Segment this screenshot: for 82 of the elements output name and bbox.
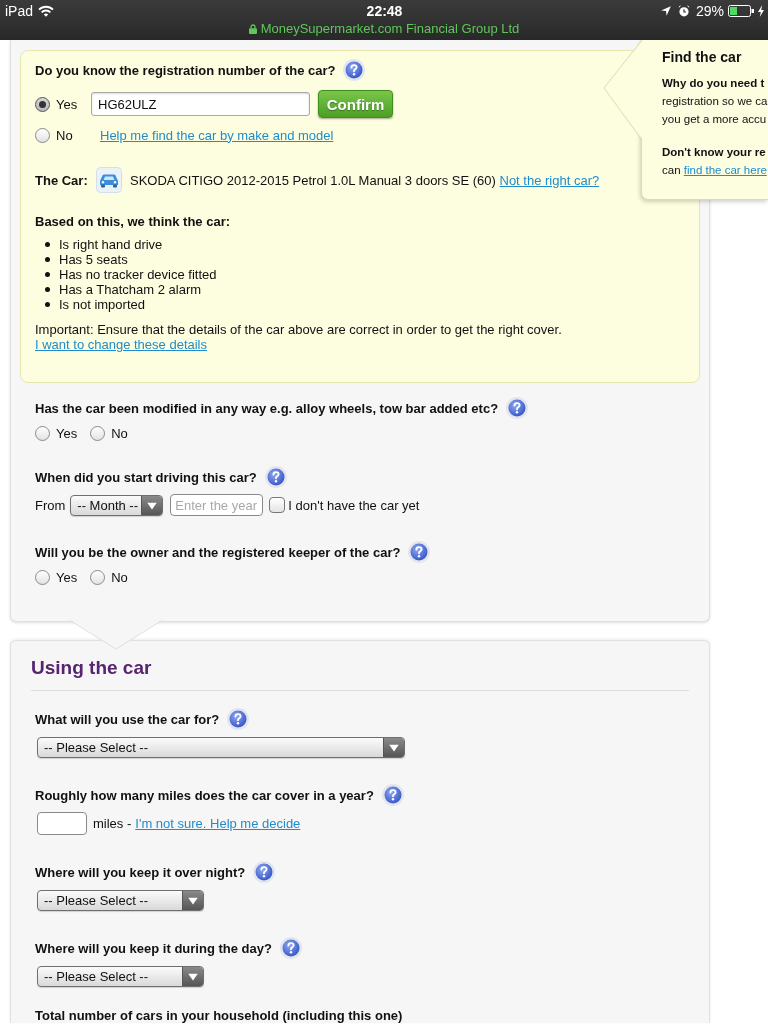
- question-label: Where will you keep it over night?: [35, 864, 246, 880]
- help-icon[interactable]: [253, 861, 276, 883]
- assumption-text: Is right hand drive: [59, 237, 163, 252]
- battery-percent: 29%: [695, 2, 724, 19]
- assumption-text: Is not imported: [59, 297, 145, 312]
- radio-button[interactable]: [35, 96, 50, 112]
- registration-input[interactable]: HG62ULZ: [91, 92, 310, 116]
- dropdown-select[interactable]: -- Please Select --: [37, 737, 405, 758]
- year-input[interactable]: Enter the year: [170, 494, 264, 516]
- option-label: No: [111, 425, 128, 441]
- clock-time: 22:48: [366, 2, 403, 19]
- device-name: iPad: [5, 2, 34, 19]
- miles-input[interactable]: [37, 812, 87, 835]
- question-label: Has the car been modified in any way e.g. alloy wheels, tow bar added etc?: [35, 400, 499, 416]
- confirm-button[interactable]: Confirm: [318, 90, 393, 118]
- radio-button[interactable]: [90, 425, 106, 441]
- bullet-icon: [45, 257, 50, 262]
- caret-icon: [141, 495, 163, 515]
- assumptions-heading: Based on this, we think the car:: [35, 214, 232, 230]
- popover-title: Find the car: [662, 48, 743, 66]
- option-label: No: [56, 127, 74, 143]
- month-select[interactable]: -- Month --: [70, 494, 164, 516]
- lock-icon: [248, 23, 257, 34]
- question-label: Do you know the registration number of the car?: [35, 62, 336, 78]
- site-name: MoneySupermarket.com Financial Group Ltd: [260, 21, 520, 36]
- unit-label: miles -: [93, 816, 132, 831]
- help-icon[interactable]: [381, 784, 404, 806]
- question-label: Will you be the owner and the registered keeper of the car?: [35, 544, 401, 560]
- option-label: No: [111, 569, 128, 585]
- help-icon[interactable]: [227, 708, 250, 730]
- option-label: Yes: [56, 425, 78, 441]
- bullet-icon: [45, 302, 50, 307]
- popover-heading: Don't know your re: [662, 145, 767, 160]
- help-icon[interactable]: [408, 541, 431, 563]
- radio-button[interactable]: [35, 425, 50, 441]
- checkbox-label: I don't have the car yet: [288, 497, 420, 513]
- wifi-icon: [38, 4, 55, 17]
- question-label: Total number of cars in your household (including this one): [35, 1007, 403, 1023]
- location-arrow-icon: [660, 5, 671, 16]
- find-car-link[interactable]: Help me find the car by make and model: [100, 127, 334, 143]
- popover-heading: Why do you need t: [662, 76, 766, 91]
- important-note: Important: Ensure that the details of the car above are correct in order to get the right cover.: [35, 322, 563, 337]
- bullet-icon: [45, 272, 50, 277]
- alarm-clock-icon: [677, 4, 690, 17]
- help-icon[interactable]: [506, 397, 529, 419]
- caret-icon: [182, 967, 203, 986]
- help-icon[interactable]: [343, 59, 366, 81]
- question-label: Roughly how many miles does the car cover in a year?: [35, 787, 374, 803]
- radio-button[interactable]: [35, 569, 50, 585]
- popover-text: registration so we ca: [662, 94, 768, 109]
- option-label: Yes: [56, 569, 78, 585]
- question-label: Where will you keep it during the day?: [35, 940, 272, 956]
- assumption-text: Has no tracker device fitted: [59, 267, 217, 282]
- car-description: SKODA CITIGO 2012-2015 Petrol 1.0L Manual 3 doors SE (60) Not the right car?: [130, 172, 600, 188]
- find-car-link[interactable]: find the car here: [683, 164, 767, 176]
- question-label: When did you start driving this car?: [35, 469, 257, 485]
- assumption-text: Has 5 seats: [59, 252, 128, 267]
- assumption-text: Has a Thatcham 2 alarm: [59, 282, 202, 297]
- bullet-icon: [45, 287, 50, 292]
- caret-icon: [182, 891, 203, 910]
- radio-button[interactable]: [90, 569, 106, 585]
- question-label: What will you use the car for?: [35, 711, 220, 727]
- charging-bolt-icon: [758, 4, 764, 17]
- section-title: Using the car: [31, 657, 153, 679]
- radio-button[interactable]: [35, 127, 50, 143]
- help-decide-link[interactable]: I'm not sure. Help me decide: [135, 816, 301, 831]
- option-label: Yes: [56, 96, 79, 112]
- help-icon[interactable]: [279, 937, 302, 959]
- checkbox[interactable]: [269, 497, 286, 513]
- change-details-link[interactable]: I want to change these details: [35, 337, 685, 352]
- car-icon: [96, 167, 122, 193]
- popover-text: you get a more accu: [662, 112, 768, 127]
- wrong-car-link[interactable]: Not the right car?: [499, 172, 600, 188]
- dropdown-select[interactable]: -- Please Select --: [37, 890, 204, 911]
- car-label: The Car:: [35, 172, 89, 188]
- from-label: From: [35, 497, 66, 513]
- battery-icon: [728, 4, 754, 17]
- popover-text: can find the car here: [662, 163, 768, 178]
- caret-icon: [383, 738, 404, 757]
- dropdown-select[interactable]: -- Please Select --: [37, 966, 204, 987]
- help-icon[interactable]: [264, 466, 287, 488]
- bullet-icon: [45, 242, 50, 247]
